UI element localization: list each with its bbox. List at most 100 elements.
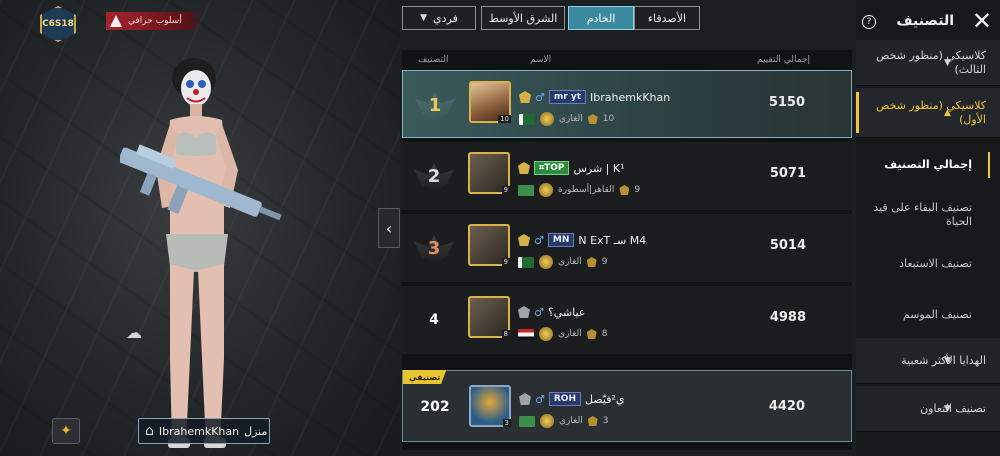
cloud-upload-icon[interactable]: ☁ xyxy=(126,323,142,342)
mode-label: فردي xyxy=(433,11,458,25)
help-icon[interactable]: ? xyxy=(862,15,876,29)
tier-badge-icon xyxy=(586,329,597,339)
tier-icon xyxy=(519,91,531,103)
character-showcase: C6S18 أسلوب حرافي ☁ ✦ ⌂ IbrahemkKhan منز… xyxy=(0,0,400,456)
friends-label: الأصدقاء xyxy=(647,11,687,25)
rank-badge-bronze: 3 xyxy=(414,228,454,268)
sidebar-item-label: إجمالي التصنيف xyxy=(884,158,972,171)
sidebar-item-label: تصنيف البقاء على قيد الحياة xyxy=(873,201,972,228)
player-name: N ExT سـ M4 xyxy=(578,233,647,247)
score-value: 5014 xyxy=(769,238,806,253)
my-rank-row[interactable]: تصنيفي 202 3 ♂ ROH ي²فيّصل الغازي 3 4420 xyxy=(402,370,852,442)
clan-tag: mr yt xyxy=(548,90,586,104)
style-tag[interactable]: أسلوب حرافي xyxy=(106,12,202,30)
male-icon: ♂ xyxy=(535,392,545,406)
style-tag-icon xyxy=(110,15,122,27)
score-value: 4420 xyxy=(768,399,805,414)
ranking-list: التصنيف الاسم إجمالي التقييم 1 10 ♂ mr y… xyxy=(402,50,852,450)
tier-icon xyxy=(519,393,531,405)
sub-line: الغازي 8 xyxy=(518,326,607,342)
server-label: الخادم xyxy=(586,11,616,25)
tier-badge-icon xyxy=(587,416,598,426)
name-line: ♂ MN N ExT سـ M4 xyxy=(518,232,646,248)
name-line: ⌗TOP شرس | K¹ xyxy=(518,160,625,176)
name-line: ♂ ROH ي²فيّصل xyxy=(519,391,625,407)
rank-number: 4 xyxy=(429,312,439,328)
flag-icon xyxy=(518,256,534,268)
level-value: 9 xyxy=(634,185,641,195)
sidebar-subitem-elimination[interactable]: تصنيف الاستبعاد xyxy=(856,246,1000,282)
medal-icon xyxy=(540,414,554,428)
rank-badge-gold: 1 xyxy=(415,85,455,125)
male-icon: ♂ xyxy=(535,90,545,104)
sidebar-item-label: تصنيف الموسم xyxy=(902,308,972,321)
collapse-arrow-button[interactable]: ‹ xyxy=(378,208,400,248)
flag-icon xyxy=(519,113,535,125)
mode-dropdown[interactable]: ▼ فردي xyxy=(402,6,476,30)
ranking-panel: ▼ فردي الشرق الأوسط الخادم الأصدقاء التص… xyxy=(400,0,856,456)
close-icon[interactable]: ✕ xyxy=(972,8,992,34)
triangle-up-icon: ▲ xyxy=(944,107,951,118)
style-tag-label: أسلوب حرافي xyxy=(128,16,182,26)
level-value: 8 xyxy=(601,329,608,339)
sidebar-item-label: كلاسيكي (منظور شخص الأول) xyxy=(876,98,986,126)
header-rank: التصنيف xyxy=(418,55,449,65)
home-player-name: IbrahemkKhan xyxy=(158,424,240,438)
tier-icon xyxy=(518,162,530,174)
name-line: ♂ عياشي؟ xyxy=(518,304,585,320)
triangle-down-icon: ▼ xyxy=(944,355,951,366)
my-rank-number: 202 xyxy=(420,399,450,415)
sidebar-item-popular-gifts[interactable]: ▼ الهدايا الأكثر شعبية xyxy=(856,338,1000,384)
avatar[interactable]: 10 xyxy=(469,81,511,123)
table-row[interactable]: 4 8 ♂ عياشي؟ الغازي 8 4988 xyxy=(402,286,852,354)
tier-label: الغازي xyxy=(558,329,582,339)
medal-icon xyxy=(539,183,553,197)
avatar[interactable]: 8 xyxy=(468,296,510,338)
sidebar-subitem-survival[interactable]: تصنيف البقاء على قيد الحياة xyxy=(856,194,1000,236)
score-value: 5150 xyxy=(768,95,805,110)
avatar[interactable]: 3 xyxy=(469,385,511,427)
sidebar-item-classic-fpp[interactable]: ▲ كلاسيكي (منظور شخص الأول) xyxy=(856,88,1000,138)
home-icon: ⌂ xyxy=(145,423,154,439)
duck-emote-icon[interactable]: ✦ xyxy=(52,418,80,444)
sidebar-item-cooperation[interactable]: ▼ تصنيف التعاون xyxy=(856,386,1000,432)
tab-server[interactable]: الخادم xyxy=(568,6,634,30)
player-name: ي²فيّصل xyxy=(585,392,625,406)
header-name: الاسم xyxy=(530,55,552,65)
home-nameplate[interactable]: ⌂ IbrahemkKhan منزل xyxy=(138,418,270,444)
sidebar-header: ? التصنيف ✕ xyxy=(856,8,1000,36)
sidebar-subitem-overall[interactable]: إجمالي التصنيف xyxy=(856,144,1000,186)
tier-label: الغازي xyxy=(559,114,583,124)
male-icon: ♂ xyxy=(534,305,544,319)
region-button[interactable]: الشرق الأوسط xyxy=(481,6,565,30)
flag-icon xyxy=(518,184,534,196)
triangle-down-icon: ▼ xyxy=(944,403,951,414)
level-value: 3 xyxy=(602,416,609,426)
my-rank-tag: تصنيفي xyxy=(403,370,447,384)
tier-label: القاهر|أسطورة xyxy=(558,185,615,195)
clan-tag: MN xyxy=(547,233,575,247)
tab-friends[interactable]: الأصدقاء xyxy=(634,6,700,30)
sub-line: الغازي 9 xyxy=(518,254,607,270)
chevron-down-icon: ▼ xyxy=(420,13,428,23)
tier-badge-icon xyxy=(587,114,598,124)
header-score: إجمالي التقييم xyxy=(757,55,811,65)
ranking-sidebar: ? التصنيف ✕ ▼ كلاسيكي (منظور شخص الثالث)… xyxy=(856,0,1000,456)
avatar[interactable]: 9 xyxy=(468,152,510,194)
sidebar-item-label: كلاسيكي (منظور شخص الثالث) xyxy=(876,48,986,76)
list-header: التصنيف الاسم إجمالي التقييم xyxy=(402,52,852,70)
name-line: ♂ mr yt IbrahemkKhan xyxy=(519,89,670,105)
page-title: التصنيف xyxy=(896,13,954,29)
table-row[interactable]: 2 9 ⌗TOP شرس | K¹ القاهر|أسطورة 9 5071 xyxy=(402,142,852,210)
avatar[interactable]: 9 xyxy=(468,224,510,266)
table-row[interactable]: 1 10 ♂ mr yt IbrahemkKhan الغازي 10 5150 xyxy=(402,70,852,138)
sidebar-subitem-season[interactable]: تصنيف الموسم xyxy=(856,294,1000,336)
triangle-down-icon: ▼ xyxy=(944,57,951,68)
level-value: 10 xyxy=(602,114,615,124)
tier-icon xyxy=(518,306,530,318)
clan-tag: ROH xyxy=(548,392,581,406)
medal-icon xyxy=(539,255,553,269)
table-row[interactable]: 3 9 ♂ MN N ExT سـ M4 الغازي 9 5014 xyxy=(402,214,852,282)
player-character xyxy=(120,58,282,448)
sidebar-item-classic-tpp[interactable]: ▼ كلاسيكي (منظور شخص الثالث) xyxy=(856,40,1000,86)
